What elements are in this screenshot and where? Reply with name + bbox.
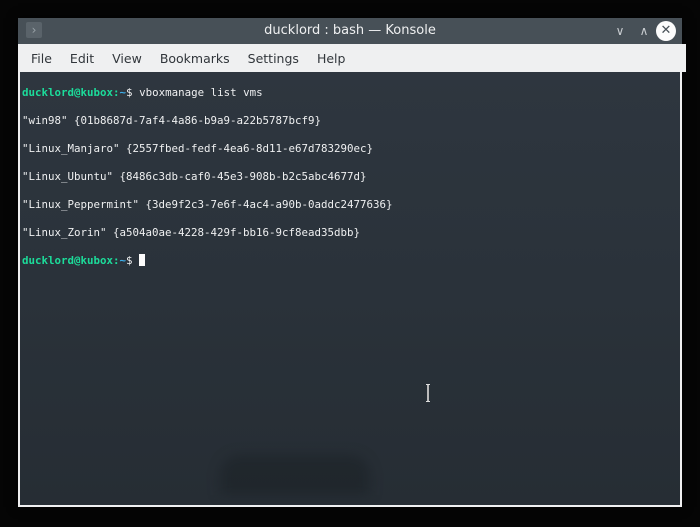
output-line: "Linux_Peppermint" {3de9f2c3-7e6f-4ac4-a… bbox=[22, 198, 393, 211]
ibeam-cursor-icon bbox=[426, 384, 430, 402]
chevron-down-icon: ∨ bbox=[615, 24, 625, 38]
output-line: "Linux_Zorin" {a504a0ae-4228-429f-bb16-9… bbox=[22, 226, 361, 239]
output-line: "Linux_Ubuntu" {8486c3db-caf0-45e3-908b-… bbox=[22, 170, 367, 183]
minimize-button[interactable]: ∨ bbox=[610, 21, 630, 41]
menu-help[interactable]: Help bbox=[308, 51, 355, 66]
prompt-user: ducklord@kubox bbox=[22, 254, 114, 267]
title-bar[interactable]: › ducklord : bash — Konsole ∨ ∧ ✕ bbox=[18, 18, 682, 44]
menu-file[interactable]: File bbox=[22, 51, 61, 66]
terminal-area[interactable]: ducklord@kubox:~$ vboxmanage list vms "w… bbox=[20, 72, 680, 505]
menu-settings[interactable]: Settings bbox=[239, 51, 308, 66]
text-cursor bbox=[139, 254, 146, 266]
prompt-symbol: $ bbox=[126, 86, 140, 99]
window-title: ducklord : bash — Konsole bbox=[264, 23, 436, 38]
output-line: "win98" {01b8687d-7af4-4a86-b9a9-a22b578… bbox=[22, 114, 322, 127]
active-prompt-line[interactable]: ducklord@kubox:~$ bbox=[22, 254, 393, 268]
close-button[interactable]: ✕ bbox=[656, 21, 676, 41]
command-line: ducklord@kubox:~$ vboxmanage list vms bbox=[22, 86, 393, 100]
konsole-window: › ducklord : bash — Konsole ∨ ∧ ✕ File E… bbox=[18, 18, 686, 507]
menu-bookmarks[interactable]: Bookmarks bbox=[151, 51, 239, 66]
menu-view[interactable]: View bbox=[103, 51, 151, 66]
menu-bar: File Edit View Bookmarks Settings Help bbox=[18, 44, 686, 72]
output-line: "Linux_Manjaro" {2557fbed-fedf-4ea6-8d11… bbox=[22, 142, 374, 155]
menu-edit[interactable]: Edit bbox=[61, 51, 103, 66]
chevron-up-icon: ∧ bbox=[639, 24, 649, 38]
prompt-symbol: $ bbox=[126, 254, 140, 267]
close-icon: ✕ bbox=[660, 23, 672, 38]
command-text: vboxmanage list vms bbox=[139, 86, 263, 99]
maximize-button[interactable]: ∧ bbox=[634, 21, 654, 41]
prompt-user: ducklord@kubox bbox=[22, 86, 114, 99]
